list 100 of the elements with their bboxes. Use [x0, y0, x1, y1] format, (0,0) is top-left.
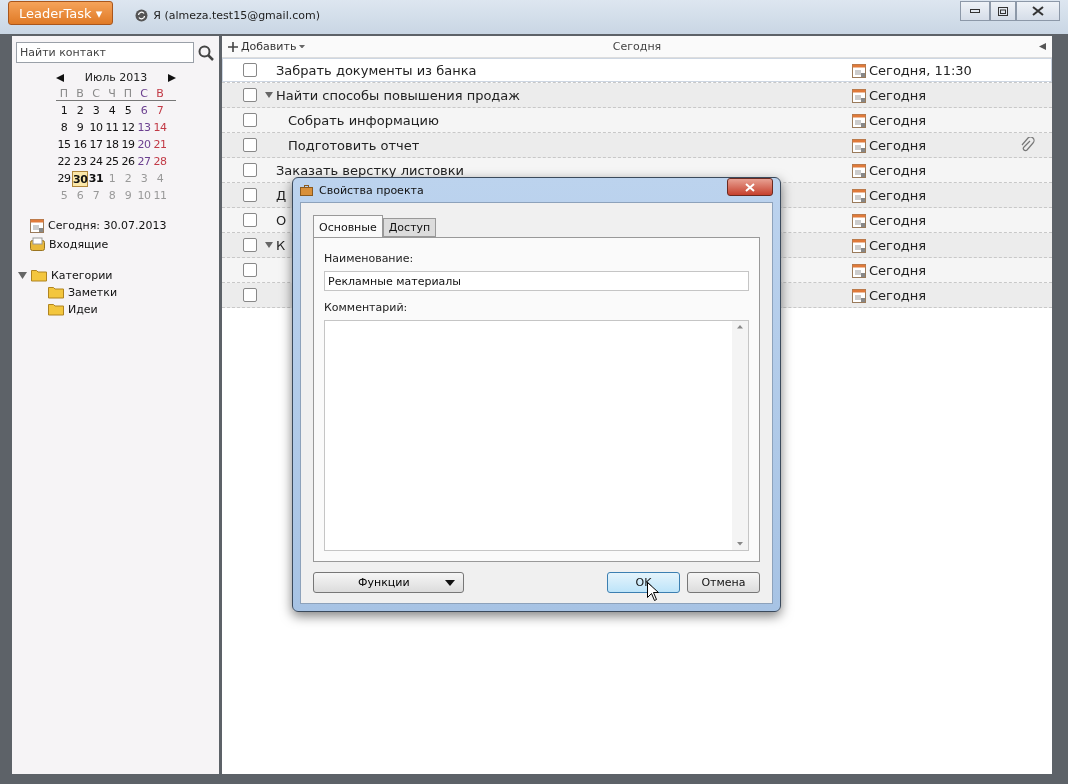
field-label: Комментарий:	[324, 301, 409, 314]
calendar-day[interactable]: 11	[104, 120, 120, 136]
calendar-day[interactable]: 28	[152, 154, 168, 170]
calendar-day[interactable]: 19	[120, 137, 136, 153]
dialog-title: Свойства проекта	[319, 183, 424, 197]
calendar-icon	[852, 212, 866, 228]
calendar-day[interactable]: 2	[72, 103, 88, 119]
folder-icon	[48, 303, 64, 316]
close-button[interactable]	[727, 178, 773, 196]
sync-icon	[135, 8, 149, 22]
tree-item[interactable]: Категории	[51, 269, 113, 282]
task-row[interactable]: Найти способы повышения продаж Сегодня	[222, 83, 1052, 108]
calendar-day[interactable]: 23	[72, 154, 88, 170]
due-date: Сегодня	[869, 87, 927, 103]
calendar-day[interactable]: 26	[120, 154, 136, 170]
folder-icon	[31, 269, 47, 282]
expand-triangle-icon[interactable]	[265, 242, 273, 248]
next-month-button[interactable]	[168, 73, 176, 82]
scroll-up-icon	[737, 325, 743, 329]
tree-item[interactable]: Идеи	[68, 303, 98, 316]
task-checkbox[interactable]	[243, 188, 257, 202]
search-icon[interactable]	[198, 44, 214, 61]
calendar-icon	[852, 287, 866, 303]
weekday-label: Ч	[107, 87, 117, 100]
tree-item[interactable]: Заметки	[68, 286, 118, 299]
comment-field[interactable]	[324, 320, 749, 551]
field-label: Наименование:	[324, 252, 415, 265]
task-checkbox[interactable]	[243, 63, 257, 77]
task-row[interactable]: Собрать информацию Сегодня	[222, 108, 1052, 133]
caret-icon	[445, 579, 455, 586]
task-checkbox[interactable]	[243, 88, 257, 102]
add-button[interactable]: Добавить	[228, 40, 306, 53]
dialog-tab[interactable]: Основные	[313, 215, 383, 238]
calendar-day[interactable]: 5	[120, 103, 136, 119]
minimize-button[interactable]	[960, 1, 990, 21]
task-title: Подготовить отчет	[288, 137, 420, 153]
calendar-day[interactable]: 15	[56, 137, 72, 153]
calendar-day[interactable]: 25	[104, 154, 120, 170]
due-date: Сегодня	[869, 112, 927, 128]
expand-triangle-icon[interactable]	[265, 92, 273, 98]
calendar-day[interactable]: 16	[72, 137, 88, 153]
calendar-day[interactable]: 17	[88, 137, 104, 153]
task-checkbox[interactable]	[243, 213, 257, 227]
folder-icon	[48, 286, 64, 299]
calendar-day[interactable]: 6	[136, 103, 152, 119]
briefcase-icon	[300, 184, 313, 196]
due-date: Сегодня	[869, 162, 927, 178]
calendar-day[interactable]: 3	[88, 103, 104, 119]
contact-search-field[interactable]: Найти контакт	[16, 42, 194, 63]
task-checkbox[interactable]	[243, 138, 257, 152]
calendar-day[interactable]: 27	[136, 154, 152, 170]
calendar-day[interactable]: 12	[120, 120, 136, 136]
calendar-day[interactable]: 22	[56, 154, 72, 170]
ok-button[interactable]: OK	[607, 572, 680, 593]
calendar-icon	[852, 262, 866, 278]
calendar-day[interactable]: 10	[88, 120, 104, 136]
previous-month-button[interactable]	[56, 73, 64, 82]
minimize-icon	[970, 9, 980, 13]
triangle-left-icon	[1039, 43, 1046, 50]
collapse-button[interactable]	[1039, 43, 1046, 50]
close-button[interactable]	[1016, 1, 1060, 21]
task-checkbox[interactable]	[243, 113, 257, 127]
calendar-day[interactable]: 24	[88, 154, 104, 170]
account-label[interactable]: Я (almeza.test15@gmail.com)	[153, 8, 320, 22]
calendar-day[interactable]: 18	[104, 137, 120, 153]
name-field[interactable]: Рекламные материалы	[324, 271, 749, 291]
calendar-icon	[30, 218, 44, 233]
functions-button[interactable]: Функции	[313, 572, 464, 593]
maximize-button[interactable]	[990, 1, 1016, 21]
calendar-day[interactable]: 29	[56, 171, 72, 187]
task-row[interactable]: Подготовить отчет Сегодня	[222, 133, 1052, 158]
sidebar-link[interactable]: Входящие	[49, 237, 109, 251]
month-label: Июль 2013	[84, 71, 148, 84]
calendar-day[interactable]: 1	[56, 103, 72, 119]
task-checkbox[interactable]	[243, 263, 257, 277]
scrollbar[interactable]	[732, 321, 748, 550]
calendar-icon	[852, 237, 866, 253]
calendar-day[interactable]: 21	[152, 137, 168, 153]
task-checkbox[interactable]	[243, 238, 257, 252]
calendar-day[interactable]: 9	[72, 120, 88, 136]
calendar-day[interactable]: 31	[88, 171, 104, 187]
dialog-tab[interactable]: Доступ	[382, 218, 437, 237]
cancel-button[interactable]: Отмена	[687, 572, 760, 593]
expand-triangle-icon[interactable]	[18, 272, 27, 279]
weekday-label: С	[91, 87, 101, 100]
calendar-day[interactable]: 8	[56, 120, 72, 136]
close-icon	[745, 182, 755, 192]
calendar-day[interactable]: 13	[136, 120, 152, 136]
calendar-day[interactable]: 14	[152, 120, 168, 136]
task-checkbox[interactable]	[243, 163, 257, 177]
caret-icon	[299, 44, 306, 49]
calendar-day[interactable]: 4	[104, 103, 120, 119]
calendar-day[interactable]: 7	[152, 103, 168, 119]
weekday-label: П	[122, 87, 134, 100]
sidebar-link[interactable]: Сегодня: 30.07.2013	[48, 219, 167, 232]
calendar-day[interactable]: 20	[136, 137, 152, 153]
task-row[interactable]: Забрать документы из банка Сегодня, 11:30	[222, 58, 1052, 83]
calendar-day[interactable]: 30	[72, 171, 88, 187]
task-checkbox[interactable]	[243, 288, 257, 302]
due-date: Сегодня	[869, 262, 927, 278]
